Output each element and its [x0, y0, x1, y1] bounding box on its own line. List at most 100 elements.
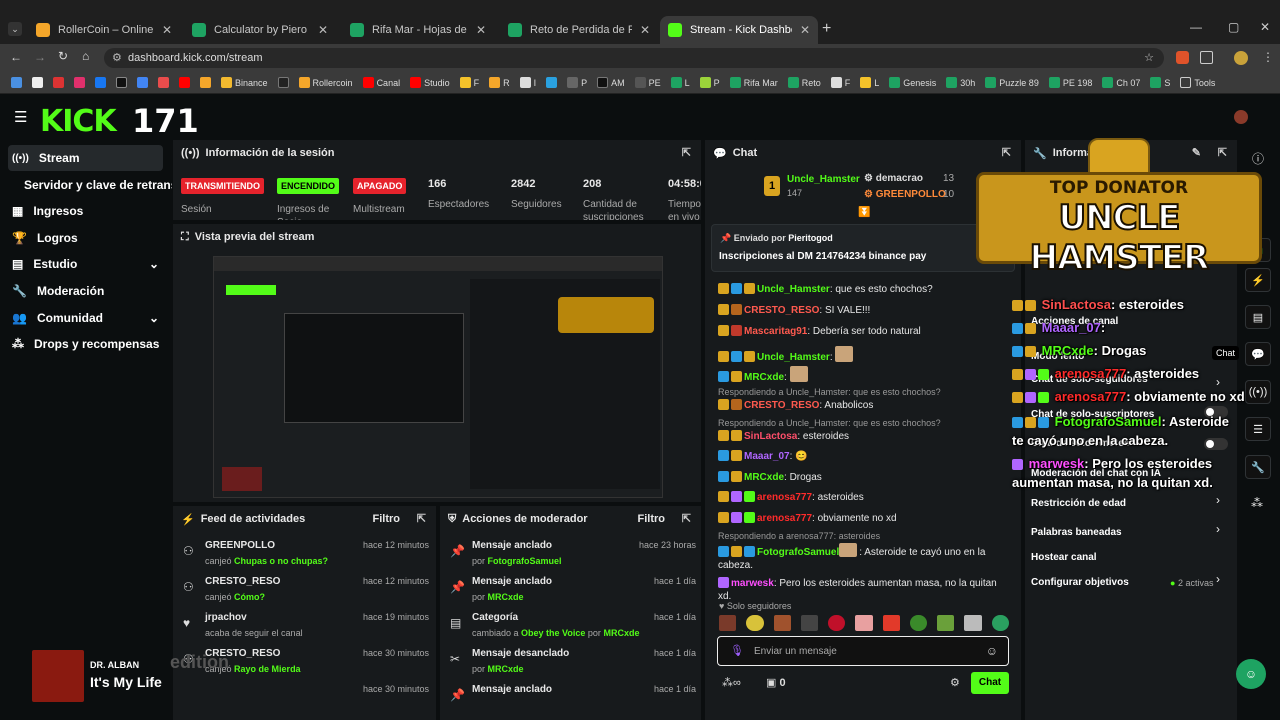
bookmark-folder-tools[interactable]: Tools	[1175, 77, 1220, 88]
bookmark-icon-only[interactable]	[27, 77, 48, 88]
chat-send-button[interactable]: Chat	[971, 672, 1009, 694]
emote-icon[interactable]	[882, 615, 900, 631]
rail-chat-button[interactable]: 💬	[1245, 342, 1271, 366]
bookmark-p2[interactable]: P	[695, 77, 725, 88]
mic-icon[interactable]: 🎙	[730, 644, 744, 657]
bookmark-canal[interactable]: Canal	[358, 77, 406, 88]
pinned-by-user[interactable]: Pieritogod	[788, 233, 833, 243]
extensions-puzzle-icon[interactable]	[1200, 51, 1213, 64]
bookmark-pe[interactable]: PE	[630, 77, 666, 88]
kick-logo[interactable]: KICK	[40, 104, 117, 139]
site-info-icon[interactable]: ⚙	[112, 48, 122, 68]
channel-points-icon[interactable]: ⁂∞	[722, 676, 741, 689]
close-icon[interactable]: ✕	[318, 23, 328, 37]
bookmark-puzzle-89[interactable]: Puzzle 89	[980, 77, 1044, 88]
bookmark-binance[interactable]: Binance	[216, 77, 273, 88]
bookmark-star-icon[interactable]: ☆	[1144, 48, 1154, 68]
emote-icon[interactable]	[991, 615, 1009, 631]
bookmark-icon-only[interactable]	[174, 77, 195, 88]
user-avatar[interactable]	[1234, 110, 1248, 124]
bookmark-icon-only[interactable]	[90, 77, 111, 88]
bookmark-rollercoin[interactable]: Rollercoin	[294, 77, 358, 88]
bookmark-icon-only[interactable]	[111, 77, 132, 88]
bookmark-icon-only[interactable]	[195, 77, 216, 88]
emote-icon[interactable]	[964, 615, 982, 631]
profile-avatar[interactable]	[1234, 51, 1248, 65]
bookmark-r[interactable]: R	[484, 77, 515, 88]
emote-icon[interactable]	[937, 615, 955, 631]
menu-host-channel[interactable]: Hostear canal	[1031, 552, 1097, 563]
chevron-right-icon[interactable]: ›	[1216, 522, 1220, 536]
rail-wrench-button[interactable]: 🔧	[1245, 455, 1271, 479]
forward-icon[interactable]: →	[34, 50, 46, 64]
leaderboard-top-user[interactable]: Uncle_Hamster	[787, 174, 860, 185]
leaderboard-user[interactable]: ⚙ GREENPOLLO	[864, 189, 946, 200]
back-icon[interactable]: ←	[10, 50, 22, 64]
url-input[interactable]: ⚙ dashboard.kick.com/stream ☆	[104, 48, 1164, 68]
bookmark-f[interactable]: F	[455, 77, 485, 88]
filter-button[interactable]: Filtro	[638, 513, 666, 525]
rail-community-icon[interactable]: ⁂	[1251, 496, 1263, 510]
bookmark-reto[interactable]: Reto	[783, 77, 826, 88]
bookmark-rifa-mar[interactable]: Rifa Mar	[725, 77, 783, 88]
browser-tab-active[interactable]: Stream - Kick Dashboard✕	[660, 16, 818, 44]
emote-icon[interactable]	[746, 615, 764, 631]
rail-notes-button[interactable]: ▤	[1245, 305, 1271, 329]
sidebar-item-estudio[interactable]: ▤ Estudio ⌄	[8, 251, 163, 277]
bookmark-studio[interactable]: Studio	[405, 77, 455, 88]
sidebar-item-ingresos[interactable]: ▦ Ingresos	[8, 198, 163, 224]
bookmark-genesis[interactable]: Genesis	[884, 77, 941, 88]
emote-icon[interactable]	[800, 615, 819, 631]
stream-preview-video[interactable]	[213, 256, 663, 498]
leaderboard-user[interactable]: ⚙ demacrao	[864, 173, 923, 184]
sidebar-item-comunidad[interactable]: 👥 Comunidad ⌄	[8, 305, 163, 331]
popout-icon[interactable]: ⇱	[417, 512, 426, 525]
sidebar-item-logros[interactable]: 🏆 Logros	[8, 225, 163, 251]
browser-menu-icon[interactable]: ⋮	[1262, 50, 1274, 64]
bookmark-l[interactable]: L	[666, 77, 695, 88]
bookmark-icon-only[interactable]	[541, 77, 562, 88]
popout-icon[interactable]: ⇱	[682, 146, 691, 159]
chevron-right-icon[interactable]: ›	[1216, 375, 1220, 389]
emote-icon[interactable]	[719, 615, 737, 631]
emoji-picker-icon[interactable]: ☺	[986, 644, 998, 658]
bookmark-s[interactable]: S	[1145, 77, 1175, 88]
browser-tab[interactable]: Rifa Mar - Hojas de cálculo de Google✕	[342, 16, 494, 44]
close-icon[interactable]: ✕	[800, 23, 810, 37]
sidebar-item-drops[interactable]: ⁂ Drops y recompensas	[8, 331, 163, 357]
bookmark-icon-only[interactable]	[48, 77, 69, 88]
bookmark-30h[interactable]: 30h	[941, 77, 980, 88]
bookmark-icon-only[interactable]	[273, 77, 294, 88]
tab-search-icon[interactable]: ⌄	[8, 22, 22, 36]
close-window-button[interactable]: ✕	[1260, 20, 1270, 34]
menu-age-restriction[interactable]: Restricción de edad	[1031, 498, 1126, 509]
chevron-right-icon[interactable]: ›	[1216, 572, 1220, 586]
home-icon[interactable]: ⌂	[82, 49, 89, 63]
close-icon[interactable]: ✕	[162, 23, 172, 37]
emote-icon[interactable]	[828, 615, 846, 631]
bookmark-am[interactable]: AM	[592, 77, 630, 88]
reload-icon[interactable]: ↻	[58, 49, 68, 63]
bookmark-f2[interactable]: F	[826, 77, 856, 88]
chevron-right-icon[interactable]: ›	[1216, 493, 1220, 507]
bookmark-icon-only[interactable]	[153, 77, 174, 88]
popout-icon[interactable]: ⇱	[682, 512, 691, 525]
bookmark-ch-07[interactable]: Ch 07	[1097, 77, 1145, 88]
sidebar-item-moderacion[interactable]: 🔧 Moderación	[8, 278, 163, 304]
bookmark-p[interactable]: P	[562, 77, 592, 88]
bookmark-icon-only[interactable]	[6, 77, 27, 88]
store-icon[interactable]: ▣ 0	[766, 676, 786, 689]
emote-icon[interactable]	[773, 615, 791, 631]
maximize-button[interactable]: ▢	[1228, 20, 1239, 34]
close-icon[interactable]: ✕	[476, 23, 486, 37]
new-tab-button[interactable]: +	[822, 20, 831, 38]
bookmark-i[interactable]: I	[515, 77, 542, 88]
sidebar-item-stream[interactable]: ((•)) Stream	[8, 145, 163, 171]
emote-icon[interactable]	[909, 615, 928, 631]
browser-tab[interactable]: Reto de Perdida de Peso - El Mejor✕	[500, 16, 658, 44]
bookmark-l2[interactable]: L	[855, 77, 884, 88]
filter-button[interactable]: Filtro	[373, 513, 401, 525]
bookmark-icon-only[interactable]	[132, 77, 153, 88]
pinned-message[interactable]: 📌 Enviado por Pieritogod Inscripciones a…	[711, 224, 1015, 272]
menu-banned-words[interactable]: Palabras baneadas	[1031, 527, 1122, 538]
